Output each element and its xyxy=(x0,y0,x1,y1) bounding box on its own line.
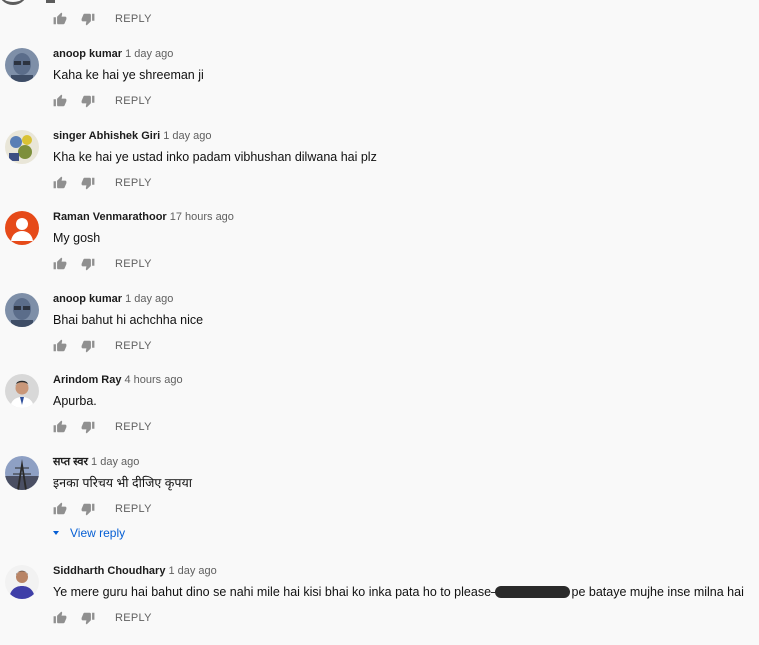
partial-text-edge xyxy=(46,0,55,3)
redaction-mark xyxy=(495,585,571,598)
comment-text: Kaha ke hai ye shreeman ji xyxy=(53,68,204,82)
avatar[interactable] xyxy=(5,48,39,82)
comment-time[interactable]: 4 hours ago xyxy=(124,374,182,386)
thumbs-up-icon[interactable] xyxy=(53,12,67,26)
comment-text: My gosh xyxy=(53,231,101,245)
reply-button[interactable]: REPLY xyxy=(115,95,152,107)
thumbs-up-icon[interactable] xyxy=(53,502,67,516)
comment-time[interactable]: 1 day ago xyxy=(91,456,139,468)
comment-item: Raman Venmarathoor 17 hours ago My gosh R… xyxy=(0,211,759,291)
thumbs-down-icon[interactable] xyxy=(81,502,95,516)
avatar[interactable] xyxy=(5,293,39,327)
thumbs-down-icon[interactable] xyxy=(81,94,95,108)
thumbs-up-icon[interactable] xyxy=(53,257,67,271)
reply-button[interactable]: REPLY xyxy=(115,177,152,189)
thumbs-up-icon[interactable] xyxy=(53,339,67,353)
comment-time[interactable]: 1 day ago xyxy=(168,565,216,577)
comment-text-part: Ye mere guru hai bahut dino se nahi mile… xyxy=(53,585,492,599)
reply-button[interactable]: REPLY xyxy=(115,503,152,515)
comment-actions: REPLY xyxy=(53,176,152,190)
avatar[interactable] xyxy=(5,456,39,490)
comment-time[interactable]: 1 day ago xyxy=(125,48,173,60)
reply-button[interactable]: REPLY xyxy=(115,13,152,25)
author-name[interactable]: Siddharth Choudhary xyxy=(53,565,165,577)
partial-avatar-edge xyxy=(0,0,28,5)
avatar[interactable] xyxy=(5,130,39,164)
thumbs-down-icon[interactable] xyxy=(81,611,95,625)
comment-item: Siddharth Choudhary 1 day ago Ye mere gur… xyxy=(0,565,759,645)
chevron-down-icon xyxy=(53,531,59,535)
comment-actions: REPLY xyxy=(53,339,152,353)
reply-button[interactable]: REPLY xyxy=(115,612,152,624)
comment-actions: REPLY xyxy=(53,257,152,271)
comment-text: इनका परिचय भी दीजिए कृपया xyxy=(53,476,192,490)
author-name[interactable]: सप्त स्वर xyxy=(53,456,88,468)
thumbs-down-icon[interactable] xyxy=(81,12,95,26)
comment-actions: REPLY xyxy=(53,420,152,434)
author-name[interactable]: Raman Venmarathoor xyxy=(53,211,167,223)
author-name[interactable]: singer Abhishek Giri xyxy=(53,130,160,142)
comment-item: anoop kumar 1 day ago Kaha ke hai ye shre… xyxy=(0,48,759,128)
thumbs-down-icon[interactable] xyxy=(81,420,95,434)
comment-text: Kha ke hai ye ustad inko padam vibhushan… xyxy=(53,150,377,164)
avatar[interactable] xyxy=(5,374,39,408)
reply-button[interactable]: REPLY xyxy=(115,258,152,270)
avatar[interactable] xyxy=(5,565,39,599)
thumbs-down-icon[interactable] xyxy=(81,257,95,271)
comment-actions: REPLY xyxy=(53,611,152,625)
comment-header: Raman Venmarathoor 17 hours ago xyxy=(53,211,234,224)
comment-item: anoop kumar 1 day ago Bhai bahut hi achch… xyxy=(0,293,759,373)
comment-item: singer Abhishek Giri 1 day ago Kha ke hai… xyxy=(0,130,759,210)
thumbs-down-icon[interactable] xyxy=(81,176,95,190)
thumbs-up-icon[interactable] xyxy=(53,176,67,190)
comment-header: singer Abhishek Giri 1 day ago xyxy=(53,130,212,143)
comment-text: Bhai bahut hi achchha nice xyxy=(53,313,204,327)
thumbs-up-icon[interactable] xyxy=(53,420,67,434)
comment-actions: REPLY xyxy=(53,502,152,516)
comment-text: Ye mere guru hai bahut dino se nahi mile… xyxy=(53,584,744,600)
comment-item: Arindom Ray 4 hours ago Apurba. REPLY xyxy=(0,374,759,454)
comment-time[interactable]: 1 day ago xyxy=(125,293,173,305)
reply-button[interactable]: REPLY xyxy=(115,421,152,433)
thumbs-down-icon[interactable] xyxy=(81,339,95,353)
comment-actions: REPLY xyxy=(53,12,152,26)
avatar[interactable] xyxy=(5,211,39,245)
view-reply-button[interactable]: View reply xyxy=(53,526,125,540)
comment-item: सप्त स्वर 1 day ago इनका परिचय भी दीजिए क… xyxy=(0,456,759,536)
comment-actions: REPLY xyxy=(53,94,152,108)
comment-text-part: pe bataye mujhe inse milna hai xyxy=(571,585,744,599)
reply-button[interactable]: REPLY xyxy=(115,340,152,352)
comment-time[interactable]: 17 hours ago xyxy=(170,211,234,223)
comment-header: सप्त स्वर 1 day ago xyxy=(53,456,139,469)
comment-header: anoop kumar 1 day ago xyxy=(53,293,173,306)
view-reply-label: View reply xyxy=(70,526,126,540)
thumbs-up-icon[interactable] xyxy=(53,611,67,625)
author-name[interactable]: anoop kumar xyxy=(53,48,122,60)
comment-time[interactable]: 1 day ago xyxy=(163,130,211,142)
author-name[interactable]: Arindom Ray xyxy=(53,374,121,386)
comment-header: Arindom Ray 4 hours ago xyxy=(53,374,183,387)
comment-header: anoop kumar 1 day ago xyxy=(53,48,173,61)
author-name[interactable]: anoop kumar xyxy=(53,293,122,305)
comment-text: Apurba. xyxy=(53,394,97,408)
thumbs-up-icon[interactable] xyxy=(53,94,67,108)
comment-header: Siddharth Choudhary 1 day ago xyxy=(53,565,217,578)
